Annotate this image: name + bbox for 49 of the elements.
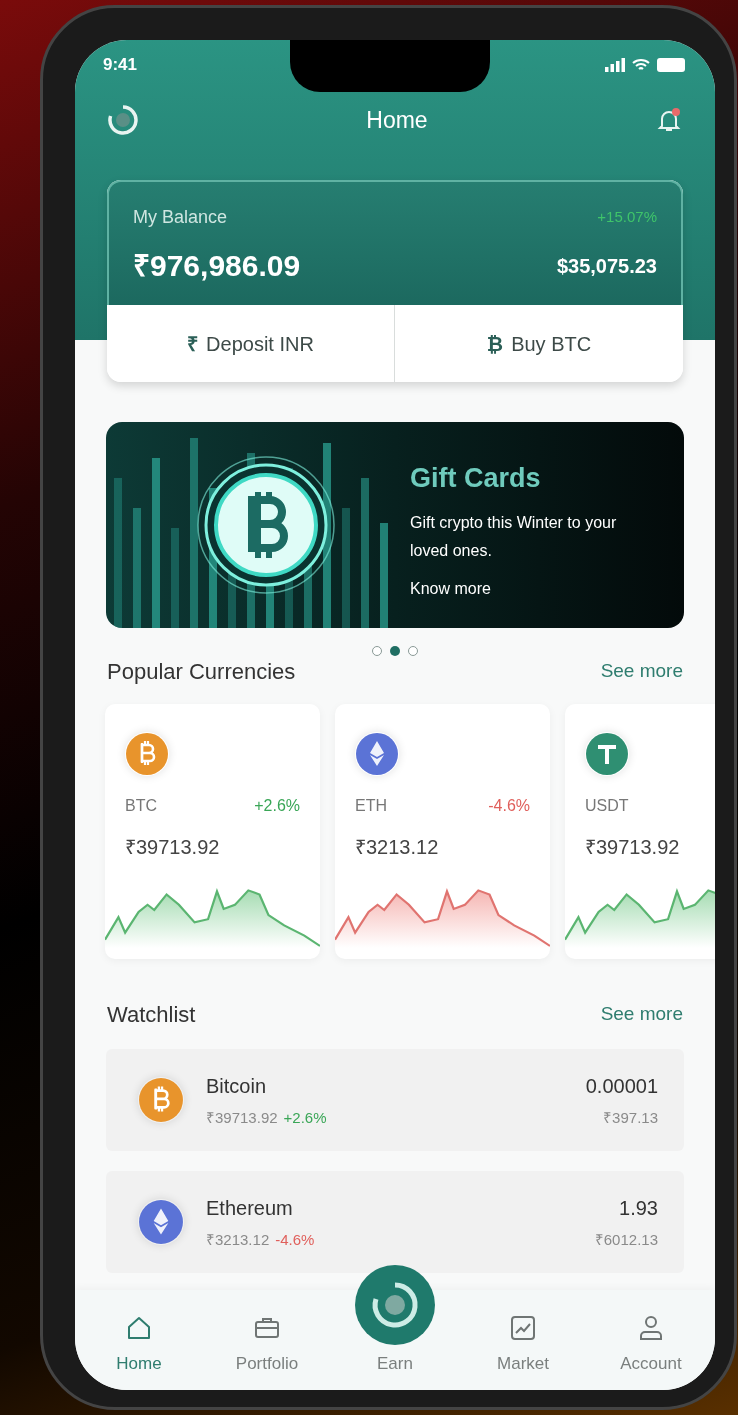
know-more-link[interactable]: Know more xyxy=(410,576,656,601)
banner-title: Gift Cards xyxy=(410,462,542,495)
coin-name: Ethereum xyxy=(206,1195,294,1221)
currency-price: ₹39713.92 xyxy=(124,835,221,860)
currency-card[interactable]: ETH -4.6% ₹3213.12 xyxy=(335,704,550,959)
coin-price: ₹3213.12 xyxy=(206,1229,270,1250)
nav-tab[interactable]: Home xyxy=(75,1290,203,1376)
currency-change: +2.6% xyxy=(254,796,300,816)
currency-symbol: ETH xyxy=(355,796,387,816)
coin-change: +2.6% xyxy=(283,1107,327,1128)
watchlist-row[interactable]: Bitcoin ₹39713.92 +2.6% 0.00001 ₹397.13 xyxy=(106,1049,684,1151)
currency-price: ₹39713.92 xyxy=(584,835,681,860)
currency-card[interactable]: BTC +2.6% ₹39713.92 xyxy=(105,704,320,959)
nav-tab[interactable]: Earn xyxy=(377,1350,413,1376)
signal-icon xyxy=(605,58,625,72)
wifi-icon xyxy=(632,58,650,72)
action-button[interactable]: ₹ Deposit INR xyxy=(107,305,395,382)
section-title: Popular Currencies xyxy=(107,657,296,686)
currency-symbol: BTC xyxy=(125,796,157,816)
coin-change: -4.6% xyxy=(275,1229,315,1250)
notification-bell-icon[interactable] xyxy=(655,106,683,134)
nav-tab[interactable]: Market xyxy=(459,1290,587,1376)
nav-tab[interactable]: Account xyxy=(587,1290,715,1376)
see-more-link[interactable]: See more xyxy=(600,656,683,686)
balance-change: +15.07% xyxy=(597,207,657,228)
balance-usd: $35,075.23 xyxy=(556,253,657,279)
battery-icon xyxy=(657,58,687,72)
earn-button[interactable] xyxy=(355,1265,435,1345)
banner-text: Gift crypto this Winter to your loved ones. xyxy=(410,512,618,561)
page-title: Home xyxy=(366,105,428,135)
holding-amount: 0.00001 xyxy=(585,1073,658,1099)
see-more-link[interactable]: See more xyxy=(600,999,683,1029)
nav-tab[interactable]: Portfolio xyxy=(203,1290,331,1376)
holding-value: ₹6012.13 xyxy=(594,1229,658,1250)
holding-value: ₹397.13 xyxy=(603,1107,658,1128)
currency-price: ₹3213.12 xyxy=(354,835,440,860)
section-title: Watchlist xyxy=(107,1000,196,1029)
status-time: 9:41 xyxy=(103,54,138,77)
currency-change: -4.6% xyxy=(488,796,530,816)
currency-card[interactable]: USDT ₹39713.92 xyxy=(565,704,715,959)
currency-symbol: USDT xyxy=(585,796,629,816)
coin-price: ₹39713.92 xyxy=(206,1107,278,1128)
coin-name: Bitcoin xyxy=(206,1073,268,1099)
balance-amount: ₹976,986.09 xyxy=(133,248,301,284)
balance-label: My Balance xyxy=(133,206,228,229)
app-logo-icon[interactable] xyxy=(107,104,139,136)
watchlist-row[interactable]: Ethereum ₹3213.12 -4.6% 1.93 ₹6012.13 xyxy=(106,1171,684,1273)
action-button[interactable]: ₿ Buy BTC xyxy=(395,305,683,382)
holding-amount: 1.93 xyxy=(619,1195,658,1221)
